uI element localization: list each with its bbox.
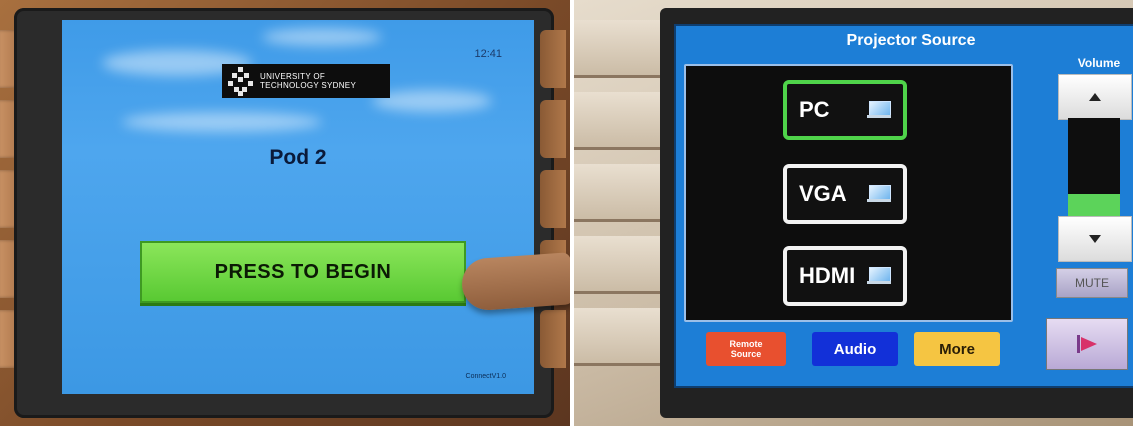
volume-label: Volume — [1077, 56, 1121, 70]
remote-label-line-2: Source — [730, 349, 762, 359]
right-photo: Projector Source PC VGA HDMI Volume MUTE… — [574, 0, 1133, 426]
source-label: VGA — [799, 181, 847, 206]
side-hardware-button[interactable] — [540, 170, 566, 228]
more-button[interactable]: More — [914, 332, 1000, 366]
source-button-hdmi[interactable]: HDMI — [783, 246, 907, 306]
left-device-right-buttons — [540, 30, 566, 390]
sky-cloud — [372, 90, 492, 112]
right-device-side-buttons — [574, 20, 664, 420]
monitor-icon — [867, 101, 891, 119]
triangle-down-icon — [1089, 235, 1101, 243]
volume-level-bar — [1068, 118, 1120, 216]
side-hardware-button[interactable] — [540, 310, 566, 368]
source-list-panel: PC VGA HDMI — [684, 64, 1013, 322]
projector-power-icon — [1077, 335, 1097, 353]
university-logo: UNIVERSITY OF TECHNOLOGY SYDNEY — [222, 64, 390, 98]
version-text: ConnectV1.0 — [465, 373, 506, 380]
monitor-icon — [867, 185, 891, 203]
sky-cloud — [262, 28, 382, 46]
welcome-screen: 12:41 UNIVERSITY OF TECHNOLOGY SYDNEY Po… — [62, 20, 534, 394]
volume-down-button[interactable] — [1058, 216, 1132, 262]
pod-title: Pod 2 — [269, 146, 327, 169]
press-to-begin-button[interactable]: PRESS TO BEGIN — [140, 241, 466, 303]
side-hardware-button[interactable] — [574, 20, 664, 78]
projector-power-button[interactable] — [1046, 318, 1128, 370]
remote-source-button[interactable]: Remote Source — [706, 332, 786, 366]
logo-line-1: UNIVERSITY OF — [260, 72, 326, 81]
source-label: PC — [799, 97, 830, 122]
pointing-finger — [460, 252, 570, 312]
university-name: UNIVERSITY OF TECHNOLOGY SYDNEY — [260, 72, 356, 90]
left-photo: 12:41 UNIVERSITY OF TECHNOLOGY SYDNEY Po… — [0, 0, 570, 426]
audio-button[interactable]: Audio — [812, 332, 898, 366]
logo-line-2: TECHNOLOGY SYDNEY — [260, 81, 357, 90]
source-button-vga[interactable]: VGA — [783, 164, 907, 224]
source-label: HDMI — [799, 263, 856, 288]
volume-level-fill — [1068, 194, 1120, 216]
projector-source-screen: Projector Source PC VGA HDMI Volume MUTE… — [674, 24, 1133, 388]
volume-up-button[interactable] — [1058, 74, 1132, 120]
monitor-icon — [867, 267, 891, 285]
remote-label-line-1: Remote — [729, 339, 763, 349]
sky-cloud — [122, 112, 322, 132]
side-hardware-button[interactable] — [574, 164, 664, 222]
screen-title: Projector Source — [846, 32, 976, 49]
side-hardware-button[interactable] — [540, 30, 566, 88]
side-hardware-button[interactable] — [574, 236, 664, 294]
source-button-pc[interactable]: PC — [783, 80, 907, 140]
mute-button[interactable]: MUTE — [1056, 268, 1128, 298]
side-hardware-button[interactable] — [574, 92, 664, 150]
side-hardware-button[interactable] — [540, 100, 566, 158]
side-hardware-button[interactable] — [574, 308, 664, 366]
clock-text: 12:41 — [474, 48, 502, 60]
uts-logo-mark-icon — [228, 67, 256, 96]
triangle-up-icon — [1089, 93, 1101, 101]
